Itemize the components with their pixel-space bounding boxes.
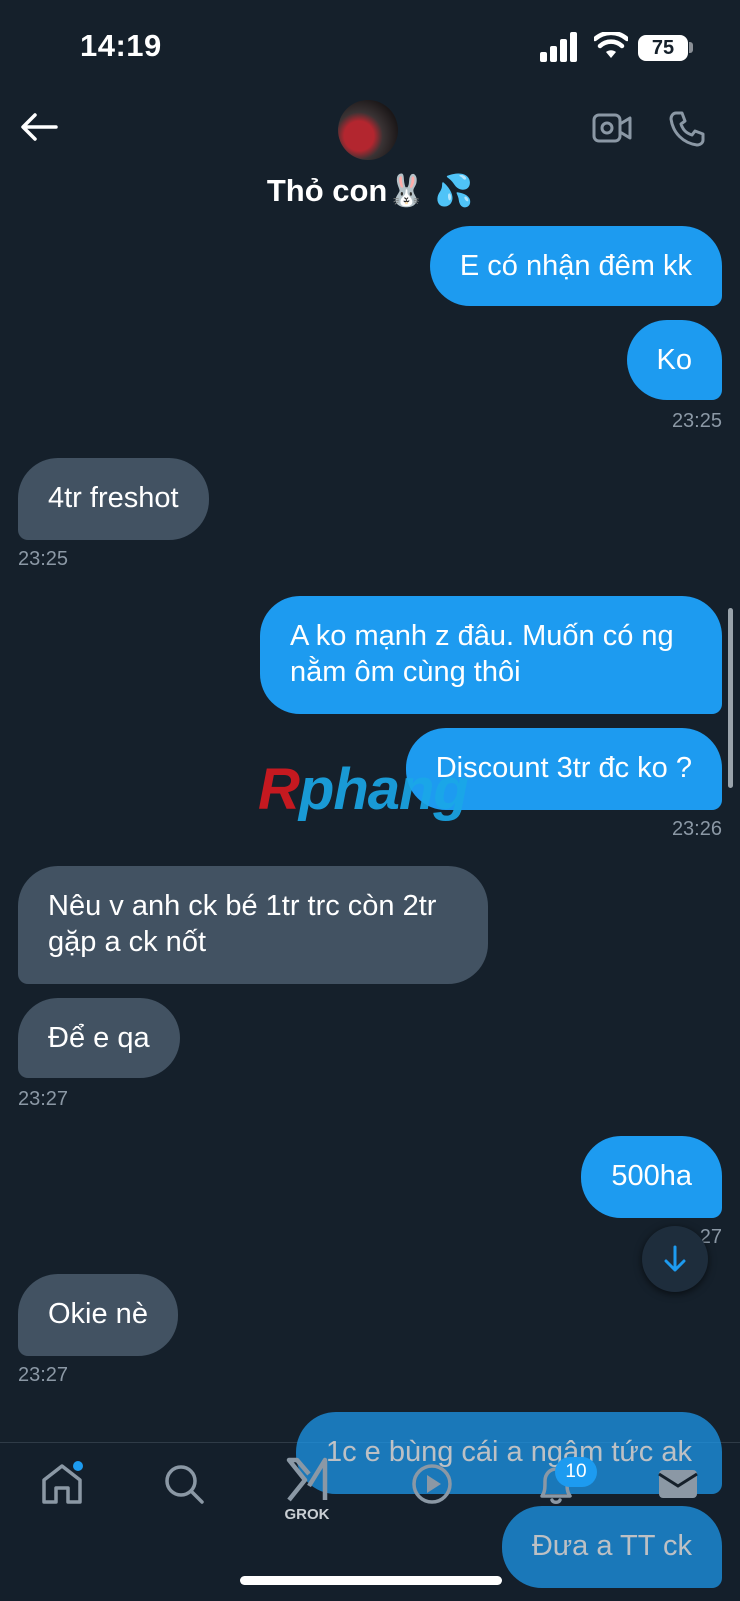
message-time: 23:27 — [18, 1088, 69, 1110]
message-time: 23:25 — [671, 410, 722, 432]
message-time: 23:27 — [18, 1364, 69, 1386]
watermark: Rphang — [258, 756, 469, 823]
wifi-icon — [594, 32, 628, 58]
battery-tip — [689, 42, 693, 53]
play-icon[interactable] — [410, 1462, 454, 1506]
message-bubble[interactable]: E có nhận đêm kk — [429, 226, 722, 306]
message-time: 23:25 — [18, 548, 69, 570]
message-bubble[interactable]: Ko — [626, 320, 722, 400]
message-bubble[interactable]: Nêu v anh ck bé 1tr trc còn 2tr gặp a ck… — [18, 866, 488, 984]
message-bubble[interactable]: 4tr freshot — [18, 458, 209, 540]
scrollbar[interactable] — [728, 608, 733, 788]
contact-avatar[interactable] — [338, 100, 398, 160]
message-bubble[interactable]: Đưa a TT ck — [501, 1506, 722, 1588]
notifications-badge: 10 — [555, 1457, 597, 1487]
watermark-first: R — [258, 757, 300, 822]
search-icon[interactable] — [162, 1462, 206, 1506]
message-bubble[interactable]: A ko mạnh z đâu. Muốn có ng nằm ôm cùng … — [260, 596, 722, 714]
scroll-to-bottom-button[interactable] — [642, 1226, 708, 1292]
home-unread-dot — [73, 1461, 83, 1471]
message-bubble[interactable]: Để e qa — [18, 998, 180, 1078]
grok-label[interactable]: GROK — [276, 1506, 338, 1523]
battery-indicator: 75 — [638, 35, 688, 61]
home-indicator[interactable] — [240, 1576, 502, 1585]
mail-icon[interactable] — [656, 1462, 700, 1506]
message-bubble[interactable]: 500ha — [581, 1136, 722, 1218]
status-time: 14:19 — [80, 28, 162, 63]
watermark-rest: phang — [298, 757, 469, 822]
message-bubble[interactable]: Okie nè — [18, 1274, 178, 1356]
contact-name[interactable]: Thỏ con🐰 💦 — [0, 172, 740, 209]
message-time: 23:26 — [671, 818, 722, 840]
cellular-signal-icon — [540, 32, 577, 62]
phone-call-icon[interactable] — [668, 110, 706, 148]
arrow-down-icon — [664, 1245, 686, 1272]
video-call-icon[interactable] — [592, 112, 632, 144]
back-arrow-icon[interactable] — [20, 112, 58, 142]
grok-icon[interactable] — [285, 1456, 329, 1504]
